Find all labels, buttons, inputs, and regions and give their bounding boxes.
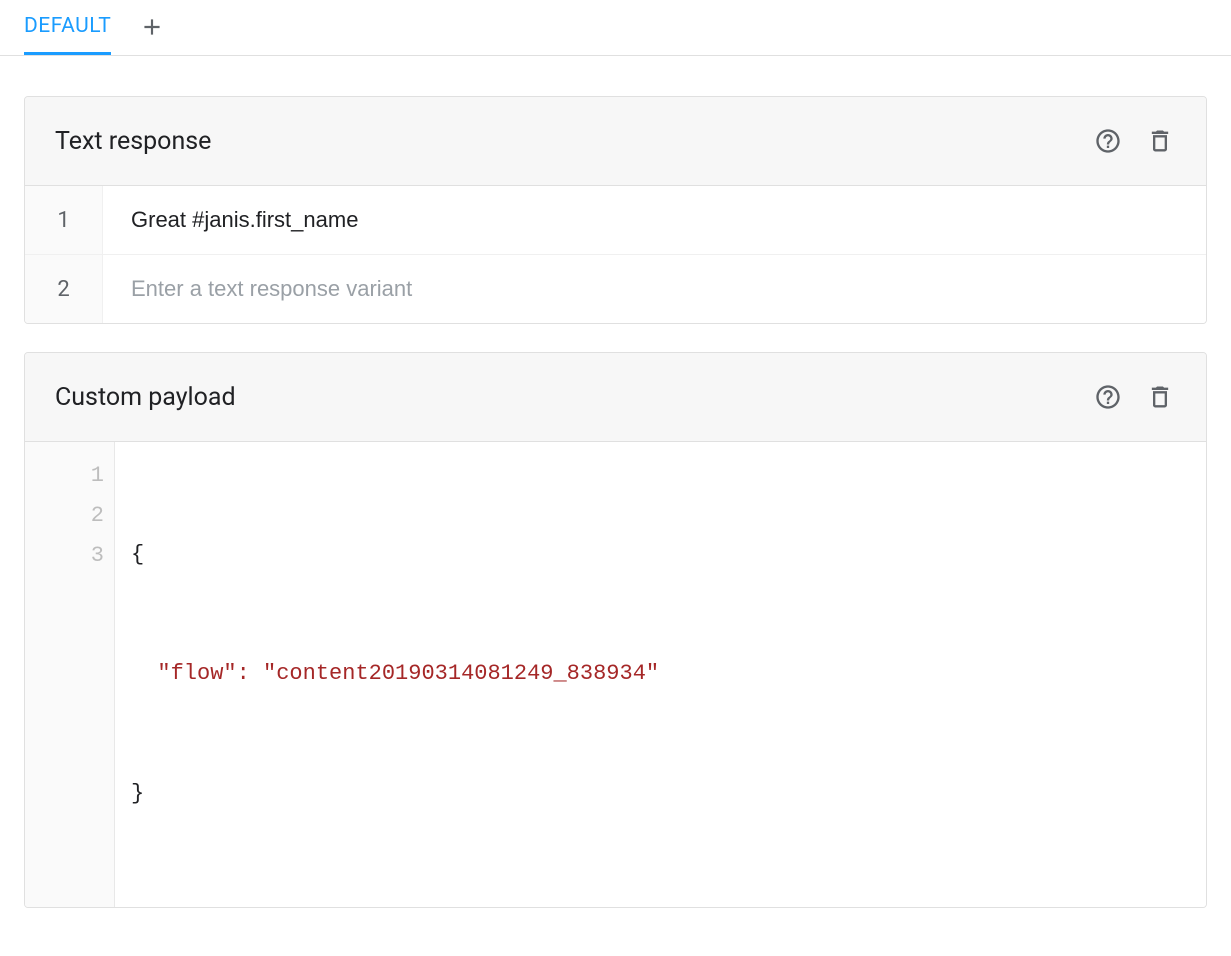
text-response-row: 2 <box>25 255 1206 323</box>
content-area: Text response 1 2 Custom payload <box>0 56 1231 956</box>
help-icon <box>1094 127 1122 155</box>
help-icon <box>1094 383 1122 411</box>
code-editor[interactable]: 1 2 3 { "flow": "content20190314081249_8… <box>25 442 1206 907</box>
code-token-colon: : <box>237 661 250 686</box>
line-number: 2 <box>35 496 104 536</box>
code-token-key: "flow" <box>157 661 236 686</box>
text-response-actions <box>1092 125 1176 157</box>
text-response-header: Text response <box>25 97 1206 186</box>
tab-default[interactable]: DEFAULT <box>24 0 111 55</box>
trash-icon <box>1146 127 1174 155</box>
delete-button[interactable] <box>1144 125 1176 157</box>
delete-button[interactable] <box>1144 381 1176 413</box>
custom-payload-header: Custom payload <box>25 353 1206 442</box>
tabs-bar: DEFAULT <box>0 0 1231 56</box>
code-body[interactable]: { "flow": "content20190314081249_838934"… <box>115 442 1206 907</box>
help-button[interactable] <box>1092 381 1124 413</box>
text-response-input[interactable] <box>103 186 1206 254</box>
custom-payload-actions <box>1092 381 1176 413</box>
trash-icon <box>1146 383 1174 411</box>
code-gutter: 1 2 3 <box>25 442 115 907</box>
line-number: 3 <box>35 536 104 576</box>
row-number: 1 <box>25 186 103 254</box>
text-response-row: 1 <box>25 186 1206 255</box>
add-tab-button[interactable] <box>139 14 165 42</box>
text-response-rows: 1 2 <box>25 186 1206 323</box>
plus-icon <box>139 14 165 40</box>
text-response-card: Text response 1 2 <box>24 96 1207 324</box>
text-response-input[interactable] <box>103 255 1206 323</box>
custom-payload-card: Custom payload 1 2 3 { "flow": "content2… <box>24 352 1207 908</box>
code-token-brace: { <box>131 542 144 567</box>
code-token-brace: } <box>131 781 144 806</box>
help-button[interactable] <box>1092 125 1124 157</box>
line-number: 1 <box>35 456 104 496</box>
custom-payload-title: Custom payload <box>55 383 236 412</box>
text-response-title: Text response <box>55 127 211 156</box>
row-number: 2 <box>25 255 103 323</box>
code-token-string: "content20190314081249_838934" <box>263 661 659 686</box>
